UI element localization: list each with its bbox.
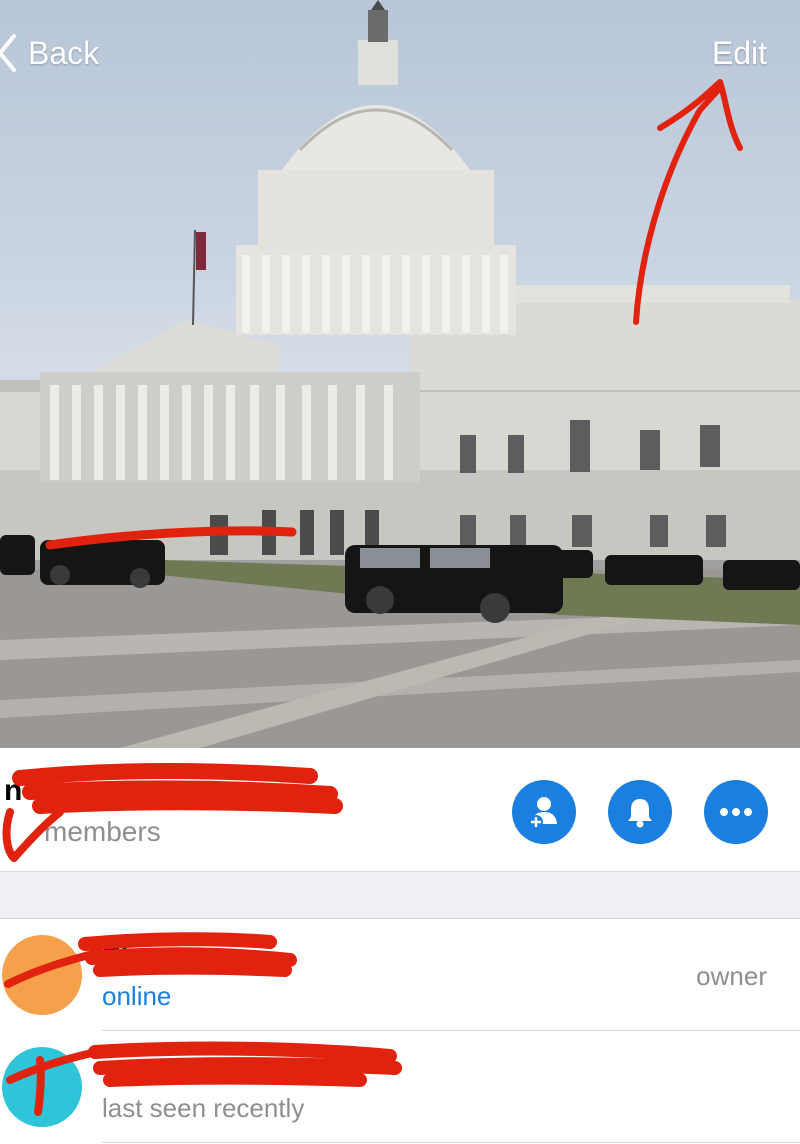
avatar	[2, 935, 82, 1015]
member-row[interactable]: El online owner	[0, 919, 800, 1031]
row-divider	[102, 1142, 800, 1143]
member-status: online	[102, 981, 172, 1011]
member-row[interactable]: last seen recently	[0, 1031, 800, 1143]
members-label: members	[44, 816, 161, 847]
group-member-count: members	[44, 816, 161, 848]
member-role: owner	[696, 961, 767, 991]
notifications-button[interactable]	[608, 780, 672, 844]
capitol-building-illustration	[0, 0, 800, 748]
chevron-left-icon	[0, 30, 28, 76]
back-button[interactable]: Back	[0, 30, 99, 76]
add-member-button[interactable]	[512, 780, 576, 844]
more-icon	[720, 808, 752, 816]
section-spacer	[0, 872, 800, 919]
avatar	[2, 1047, 82, 1127]
edit-button[interactable]: Edit	[712, 30, 767, 76]
add-user-icon	[529, 797, 557, 829]
group-info-row: n members	[0, 748, 800, 872]
group-photo: Back Edit	[0, 0, 800, 748]
group-title: n	[4, 774, 23, 807]
bell-icon	[628, 799, 652, 828]
member-name: El	[102, 941, 129, 972]
more-button[interactable]	[704, 780, 768, 844]
member-status: last seen recently	[102, 1093, 305, 1123]
back-label: Back	[28, 34, 100, 71]
